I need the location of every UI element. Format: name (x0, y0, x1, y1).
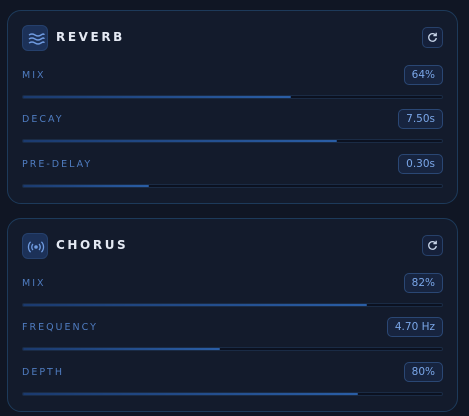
param-label: DEPTH (22, 367, 64, 378)
slider-fill (23, 140, 338, 142)
chorus-header: CHORUS (22, 233, 443, 261)
slider-fill (23, 348, 220, 350)
broadcast-icon (22, 233, 48, 259)
reverb-decay-slider[interactable] (22, 139, 443, 143)
waves-icon (22, 25, 48, 51)
param-label: FREQUENCY (22, 322, 98, 333)
param-label: PRE-DELAY (22, 159, 93, 170)
slider-fill (23, 393, 359, 395)
slider-fill (23, 185, 149, 187)
value-badge: 4.70 Hz (386, 317, 443, 337)
reset-icon (428, 240, 437, 250)
reverb-predelay-slider[interactable] (22, 184, 443, 188)
value-badge: 80% (403, 362, 443, 382)
value-badge: 7.50s (398, 109, 443, 129)
reverb-mix-control: MIX 64% (22, 65, 443, 105)
param-label: DECAY (22, 114, 64, 125)
value-badge: 82% (403, 273, 443, 293)
chorus-panel: CHORUS MIX 82% FREQUENCY 4.70 Hz DEPTH 8… (7, 218, 458, 412)
chorus-frequency-slider[interactable] (22, 347, 443, 351)
chorus-frequency-control: FREQUENCY 4.70 Hz (22, 317, 443, 357)
param-label: MIX (22, 278, 46, 289)
reverb-decay-control: DECAY 7.50s (22, 109, 443, 149)
reverb-mix-slider[interactable] (22, 95, 443, 99)
reverb-predelay-control: PRE-DELAY 0.30s (22, 154, 443, 194)
param-label: MIX (22, 70, 46, 81)
slider-fill (23, 304, 367, 306)
reverb-title: REVERB (56, 30, 125, 44)
chorus-mix-slider[interactable] (22, 303, 443, 307)
chorus-title: CHORUS (56, 238, 129, 252)
chorus-reset-button[interactable] (422, 235, 443, 256)
chorus-depth-slider[interactable] (22, 392, 443, 396)
chorus-mix-control: MIX 82% (22, 273, 443, 313)
reverb-reset-button[interactable] (422, 27, 443, 48)
value-badge: 0.30s (398, 154, 443, 174)
chorus-depth-control: DEPTH 80% (22, 362, 443, 402)
reset-icon (428, 32, 437, 42)
reverb-panel: REVERB MIX 64% DECAY 7.50s PRE-DELAY 0.3… (7, 10, 458, 204)
value-badge: 64% (403, 65, 443, 85)
reverb-header: REVERB (22, 25, 443, 53)
slider-fill (23, 96, 292, 98)
